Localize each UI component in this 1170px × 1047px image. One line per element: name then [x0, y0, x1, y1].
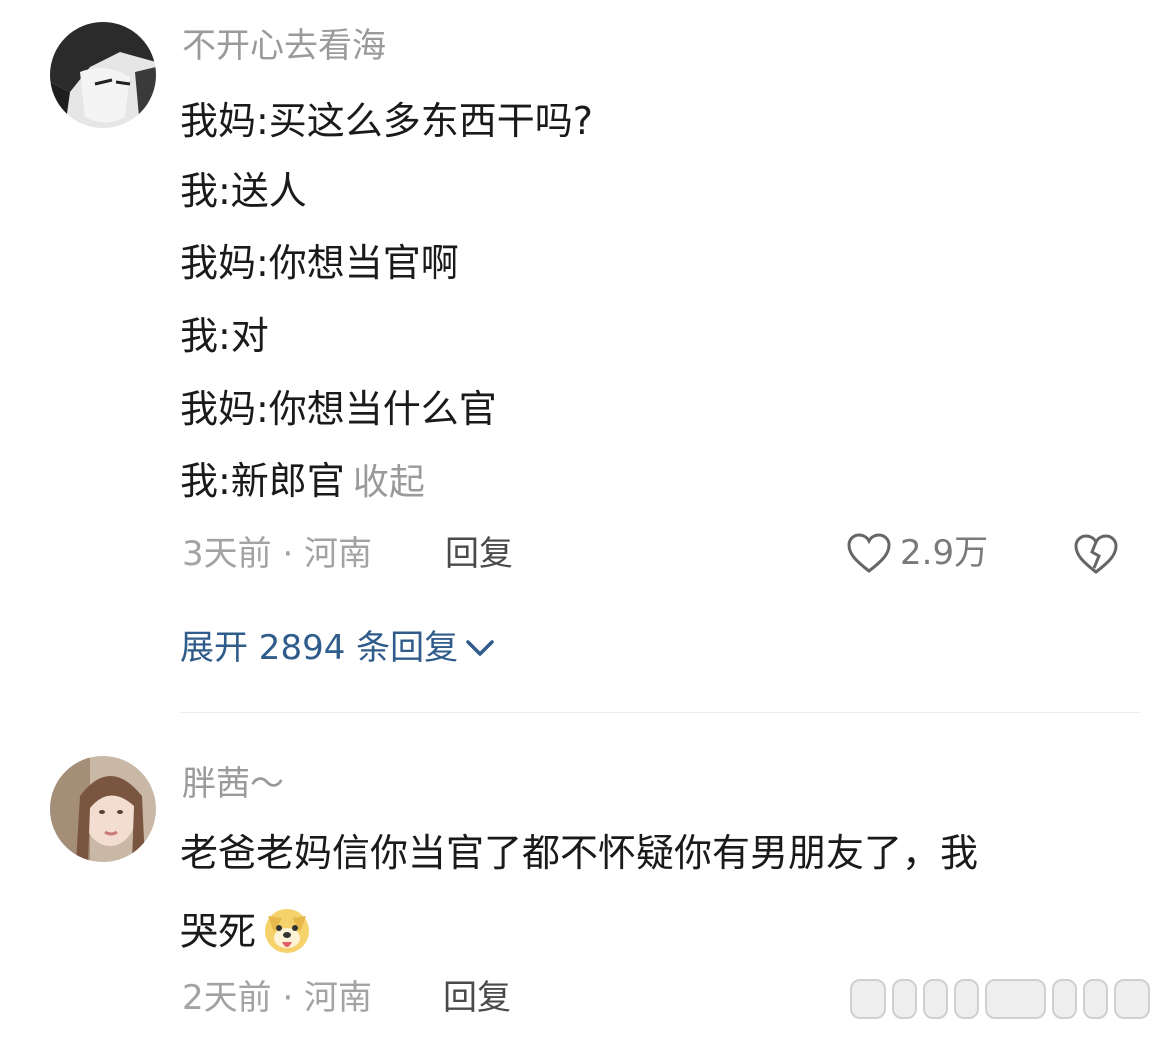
broken-heart-icon	[1074, 534, 1118, 574]
expand-replies-link[interactable]: 展开 2894 条回复	[180, 628, 496, 668]
avatar[interactable]	[50, 756, 156, 862]
heart-outline-icon	[847, 533, 891, 573]
username[interactable]: 胖茜～	[182, 764, 284, 804]
comment-meta: 3天前 · 河南	[182, 534, 373, 574]
like-count: 2.9万	[900, 533, 989, 573]
like-button[interactable]: 2.9万	[846, 532, 988, 574]
collapse-link[interactable]: 收起	[353, 462, 425, 503]
watermark	[850, 972, 1150, 1026]
comment-text-line: 老爸老妈信你当官了都不怀疑你有男朋友了，我	[180, 831, 979, 875]
comment-text-line: 我妈:你想当什么官	[180, 387, 497, 431]
doge-emoji-icon	[260, 902, 314, 966]
reply-button[interactable]: 回复	[445, 534, 513, 574]
avatar-image	[50, 756, 156, 862]
comment-text-line: 哭死	[180, 909, 257, 954]
comment-text-line: 我:对	[180, 314, 269, 358]
comment-text-line: 我:新郎官	[180, 459, 345, 503]
comment-text-line: 我妈:买这么多东西干吗?	[180, 99, 593, 143]
avatar-image	[50, 22, 156, 128]
expand-replies-label: 展开 2894 条回复	[180, 628, 459, 668]
chevron-down-icon	[466, 640, 494, 656]
comment-meta: 2天前 · 河南	[182, 978, 373, 1018]
comment-text-line: 我:送人	[180, 169, 307, 213]
reply-button[interactable]: 回复	[443, 978, 511, 1018]
divider	[180, 712, 1140, 713]
comment-last-line: 哭死	[180, 902, 314, 966]
avatar[interactable]	[50, 22, 156, 128]
comment-last-line: 我:新郎官 收起	[180, 458, 425, 506]
username[interactable]: 不开心去看海	[182, 26, 386, 66]
comment-text-line: 我妈:你想当官啊	[180, 241, 459, 285]
dislike-button[interactable]	[1072, 532, 1120, 580]
